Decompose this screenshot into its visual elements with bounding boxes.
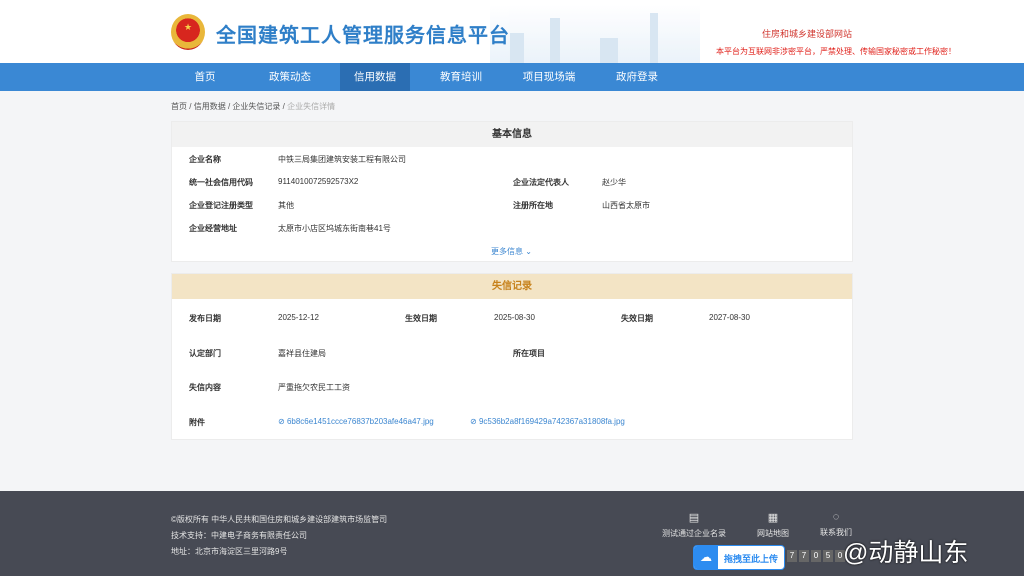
project-label: 所在项目 (513, 349, 545, 358)
nav-policy[interactable]: 政策动态 (255, 63, 325, 91)
tech-support: 技术支持：中建电子商务有限责任公司 (171, 531, 307, 540)
breadcrumb-home[interactable]: 首页 (171, 102, 187, 111)
cloud-icon: ☁ (694, 546, 718, 569)
expire-date: 2027-08-30 (709, 313, 750, 322)
breadcrumb-credit[interactable]: 信用数据 (194, 102, 226, 111)
ministry-link[interactable]: 住房和城乡建设部网站 (762, 27, 852, 40)
nav-home[interactable]: 首页 (170, 63, 240, 91)
site-title[interactable]: 全国建筑工人管理服务信息平台 (216, 19, 510, 48)
basic-info-title: 基本信息 (172, 122, 852, 147)
chat-icon: ◌ (832, 511, 840, 523)
header: ★ 全国建筑工人管理服务信息平台 住房和城乡建设部网站 本平台为互联网非涉密平台… (0, 0, 1024, 63)
expire-date-label: 失效日期 (621, 314, 653, 323)
attachment-name: 9c536b2a8f169429a742367a31808fa.jpg (478, 417, 625, 426)
dept-label: 认定部门 (189, 349, 221, 358)
nav-credit-data[interactable]: 信用数据 (340, 63, 410, 91)
reg-region: 山西省太原市 (602, 201, 650, 210)
more-info-toggle[interactable]: 更多信息 ⌄ (491, 246, 532, 257)
breadcrumb-current: 企业失信详情 (287, 102, 336, 111)
breadcrumb-sep: / (282, 102, 285, 111)
attachment-link-1[interactable]: ⊘ 6b8c6e1451ccce76837b203afe46a47.jpg (278, 417, 434, 426)
breadcrumb: 首页 / 信用数据 / 企业失信记录 / 企业失信详情 (171, 101, 335, 112)
footer-link-label: 网站地图 (757, 529, 789, 538)
reg-type-label: 企业登记注册类型 (189, 201, 253, 210)
weibo-watermark: @动静山东 (843, 539, 969, 567)
drag-upload-button[interactable]: ☁ 拖拽至此上传 (693, 545, 785, 570)
counter-digit: 0 (811, 550, 821, 562)
attachment-label: 附件 (189, 418, 205, 427)
legal-rep-label: 企业法定代表人 (513, 178, 569, 187)
credit-record-title: 失信记录 (172, 274, 852, 299)
counter-digit: 7 (787, 550, 797, 562)
content-label: 失信内容 (189, 383, 221, 392)
address: 太原市小店区坞城东街南巷41号 (278, 224, 391, 233)
attachment-name: 6b8c6e1451ccce76837b203afe46a47.jpg (286, 417, 434, 426)
reg-type: 其他 (278, 201, 294, 210)
effective-date: 2025-08-30 (494, 313, 535, 322)
effective-date-label: 生效日期 (405, 314, 437, 323)
address-label: 企业经营地址 (189, 224, 237, 233)
breadcrumb-sep: / (189, 102, 192, 111)
security-warning: 本平台为互联网非涉密平台，严禁处理、传输国家秘密或工作秘密！ (716, 47, 956, 56)
reg-region-label: 注册所在地 (513, 201, 553, 210)
map-icon: ▦ (767, 512, 779, 524)
counter-digit: 7 (799, 550, 809, 562)
footer-link-label: 测试通过企业名录 (662, 529, 726, 538)
footer-link-tested-companies[interactable]: ▤ 测试通过企业名录 (659, 511, 729, 539)
address: 地址：北京市海淀区三里河路9号 (171, 547, 288, 556)
more-info-label: 更多信息 (491, 247, 523, 256)
company-name-label: 企业名称 (189, 155, 221, 164)
visit-counter: 77050 (787, 550, 845, 562)
nav-gov-login[interactable]: 政府登录 (602, 63, 672, 91)
nav-education[interactable]: 教育培训 (426, 63, 496, 91)
skyline-decoration (490, 5, 700, 63)
counter-digit: 5 (823, 550, 833, 562)
national-emblem-logo: ★ (171, 14, 205, 50)
publish-date: 2025-12-12 (278, 313, 319, 322)
paperclip-icon: ⊘ (470, 417, 477, 426)
paperclip-icon: ⊘ (278, 417, 285, 426)
chevron-down-icon: ⌄ (525, 247, 532, 256)
credit-code-label: 统一社会信用代码 (189, 178, 253, 187)
footer-link-sitemap[interactable]: ▦ 网站地图 (738, 511, 808, 539)
main-nav: 首页 政策动态 信用数据 教育培训 项目现场端 政府登录 (0, 63, 1024, 91)
company-name: 中铁三局集团建筑安装工程有限公司 (278, 155, 406, 164)
legal-rep: 赵少华 (602, 178, 626, 187)
document-icon: ▤ (688, 512, 700, 524)
breadcrumb-records[interactable]: 企业失信记录 (232, 102, 280, 111)
dept: 嘉祥县住建局 (278, 349, 326, 358)
nav-project-site[interactable]: 项目现场端 (514, 63, 584, 91)
basic-info-card: 基本信息 企业名称 中铁三局集团建筑安装工程有限公司 统一社会信用代码 9114… (171, 121, 853, 262)
copyright: ©版权所有 中华人民共和国住房和城乡建设部建筑市场监管司 (171, 515, 388, 524)
attachment-link-2[interactable]: ⊘ 9c536b2a8f169429a742367a31808fa.jpg (470, 417, 625, 426)
credit-record-card: 失信记录 发布日期 2025-12-12 生效日期 2025-08-30 失效日… (171, 273, 853, 440)
breadcrumb-sep: / (227, 102, 231, 111)
upload-label: 拖拽至此上传 (724, 554, 779, 564)
publish-date-label: 发布日期 (189, 314, 221, 323)
content: 严重拖欠农民工工资 (278, 383, 350, 392)
credit-code: 9114010072592573X2 (278, 177, 359, 186)
